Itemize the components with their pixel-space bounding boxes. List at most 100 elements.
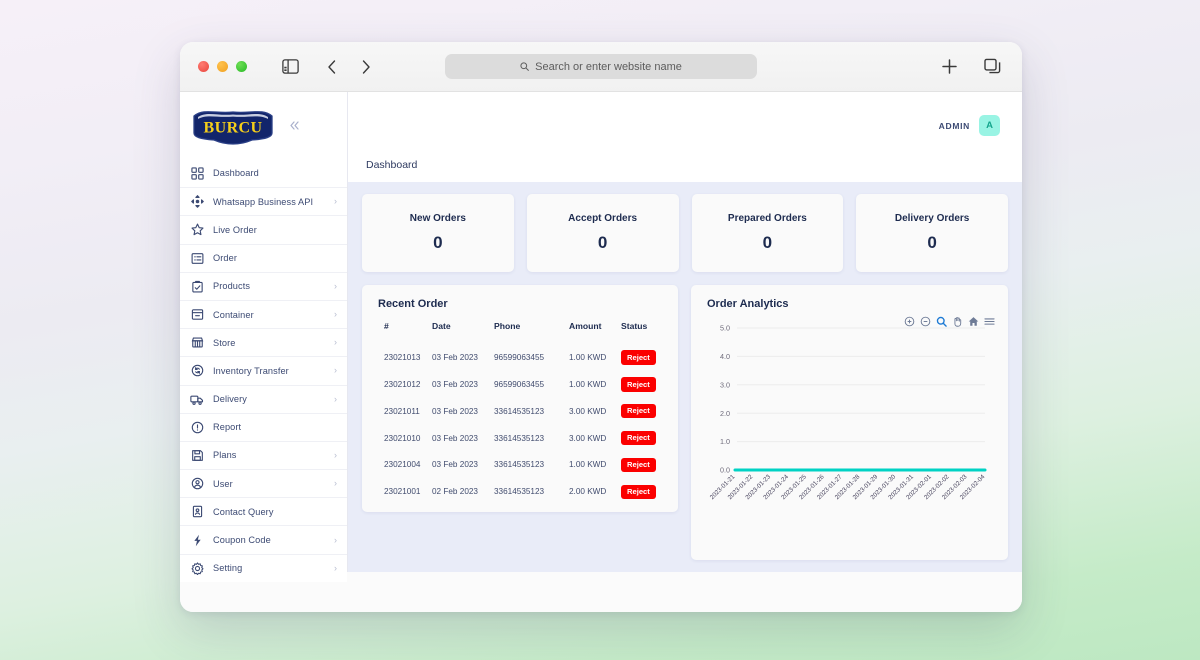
table-row: 2302100403 Feb 2023336145351231.00 KWDRe…: [378, 452, 662, 479]
order-analytics-chart[interactable]: 5.04.03.02.01.00.02023-01-212023-01-2220…: [707, 322, 998, 540]
sidebar-item-order[interactable]: Order: [180, 244, 347, 272]
table-row: 2302101003 Feb 2023336145351233.00 KWDRe…: [378, 425, 662, 452]
list-box-icon: [190, 251, 204, 265]
stat-title: New Orders: [410, 213, 466, 224]
avatar[interactable]: A: [979, 115, 1000, 136]
status-badge[interactable]: Reject: [621, 404, 656, 419]
sidebar-item-store[interactable]: Store ›: [180, 328, 347, 356]
sidebar-item-label: Delivery: [213, 394, 325, 404]
sidebar-item-products[interactable]: Products ›: [180, 272, 347, 300]
sidebar-item-container[interactable]: Container ›: [180, 300, 347, 328]
browser-window: Search or enter website name: [180, 42, 1022, 612]
stat-card-accept-orders[interactable]: Accept Orders 0: [527, 194, 679, 272]
minimize-window-button[interactable]: [217, 61, 228, 72]
cell-id: 23021011: [378, 398, 432, 425]
stat-card-new-orders[interactable]: New Orders 0: [362, 194, 514, 272]
sidebar-item-label: Contact Query: [213, 507, 337, 517]
table-row: 2302101203 Feb 2023965990634551.00 KWDRe…: [378, 371, 662, 398]
stats-row: New Orders 0 Accept Orders 0 Prepared Or…: [362, 194, 1008, 272]
close-window-button[interactable]: [198, 61, 209, 72]
cell-status: Reject: [621, 371, 662, 398]
page-title-row: Dashboard: [348, 159, 1022, 182]
alert-circle-icon: [190, 420, 204, 434]
sidebar: BURCU Dashboard: [180, 92, 348, 572]
sidebar-item-dashboard[interactable]: Dashboard: [180, 159, 347, 187]
sidebar-item-live-order[interactable]: Live Order: [180, 215, 347, 243]
grid-icon: [190, 166, 204, 180]
cell-status: Reject: [621, 398, 662, 425]
recent-order-panel: Recent Order # Date Phone Amount Status: [362, 285, 678, 512]
maximize-window-button[interactable]: [236, 61, 247, 72]
sidebar-item-label: Container: [213, 310, 325, 320]
sidebar-item-whatsapp-business-api[interactable]: Whatsapp Business API ›: [180, 187, 347, 215]
store-icon: [190, 336, 204, 350]
table-row: 2302101103 Feb 2023336145351233.00 KWDRe…: [378, 398, 662, 425]
stat-card-delivery-orders[interactable]: Delivery Orders 0: [856, 194, 1008, 272]
sidebar-nav-list: Dashboard Whatsapp Business API ›: [180, 159, 347, 582]
cell-date: 03 Feb 2023: [432, 452, 494, 479]
status-badge[interactable]: Reject: [621, 485, 656, 500]
y-axis-tick-label: 3.0: [720, 380, 730, 389]
table-header-row: # Date Phone Amount Status: [378, 321, 662, 344]
bolt-icon: [190, 533, 204, 547]
sidebar-item-label: Inventory Transfer: [213, 366, 325, 376]
cell-status: Reject: [621, 425, 662, 452]
stat-title: Prepared Orders: [728, 213, 807, 224]
sidebar-item-label: Setting: [213, 563, 325, 573]
cell-status: Reject: [621, 452, 662, 479]
cell-id: 23021001: [378, 478, 432, 505]
admin-label: ADMIN: [939, 121, 970, 131]
clipboard-check-icon: [190, 279, 204, 293]
cell-id: 23021013: [378, 344, 432, 371]
chevron-right-icon: ›: [334, 366, 337, 375]
sidebar-item-label: Report: [213, 422, 337, 432]
app-topbar: ADMIN A: [348, 92, 1022, 159]
sidebar-item-contact-query[interactable]: Contact Query: [180, 497, 347, 525]
column-header-date: Date: [432, 321, 494, 344]
stat-value: 0: [598, 233, 607, 253]
status-badge[interactable]: Reject: [621, 350, 656, 365]
chevron-right-icon: ›: [334, 338, 337, 347]
table-row: 2302100102 Feb 2023336145351232.00 KWDRe…: [378, 478, 662, 505]
cell-phone: 33614535123: [494, 425, 569, 452]
move-arrows-icon: [190, 195, 204, 209]
sidebar-item-plans[interactable]: Plans ›: [180, 441, 347, 469]
sidebar-item-inventory-transfer[interactable]: Inventory Transfer ›: [180, 356, 347, 384]
cell-amount: 1.00 KWD: [569, 344, 621, 371]
stat-card-prepared-orders[interactable]: Prepared Orders 0: [692, 194, 844, 272]
cell-date: 02 Feb 2023: [432, 478, 494, 505]
status-badge[interactable]: Reject: [621, 431, 656, 446]
chevron-right-icon: ›: [334, 310, 337, 319]
cell-id: 23021004: [378, 452, 432, 479]
sidebar-item-label: Dashboard: [213, 168, 337, 178]
dashboard-app: BURCU Dashboard: [180, 92, 1022, 572]
sidebar-toggle-icon[interactable]: [279, 56, 301, 78]
cell-status: Reject: [621, 344, 662, 371]
sidebar-item-user[interactable]: User ›: [180, 469, 347, 497]
chevron-right-icon: ›: [334, 564, 337, 573]
cell-phone: 96599063455: [494, 371, 569, 398]
cell-phone: 33614535123: [494, 478, 569, 505]
cell-id: 23021010: [378, 425, 432, 452]
y-axis-tick-label: 0.0: [720, 466, 730, 475]
chevron-right-icon[interactable]: [355, 56, 377, 78]
truck-icon: [190, 392, 204, 406]
sidebar-item-setting[interactable]: Setting ›: [180, 554, 347, 582]
page-title: Dashboard: [366, 159, 1022, 171]
address-bar-placeholder: Search or enter website name: [535, 61, 682, 73]
status-badge[interactable]: Reject: [621, 377, 656, 392]
sidebar-item-label: Products: [213, 281, 325, 291]
status-badge[interactable]: Reject: [621, 458, 656, 473]
address-bar[interactable]: Search or enter website name: [445, 54, 757, 79]
cell-phone: 33614535123: [494, 452, 569, 479]
chevron-left-icon[interactable]: [321, 56, 343, 78]
tab-overview-icon[interactable]: [982, 56, 1004, 78]
cell-date: 03 Feb 2023: [432, 425, 494, 452]
sidebar-item-report[interactable]: Report: [180, 413, 347, 441]
cell-status: Reject: [621, 478, 662, 505]
sidebar-item-coupon-code[interactable]: Coupon Code ›: [180, 525, 347, 553]
sidebar-collapse-button[interactable]: [286, 116, 303, 136]
sidebar-item-delivery[interactable]: Delivery ›: [180, 385, 347, 413]
browser-toolbar: Search or enter website name: [180, 42, 1022, 92]
plus-icon[interactable]: [938, 56, 960, 78]
